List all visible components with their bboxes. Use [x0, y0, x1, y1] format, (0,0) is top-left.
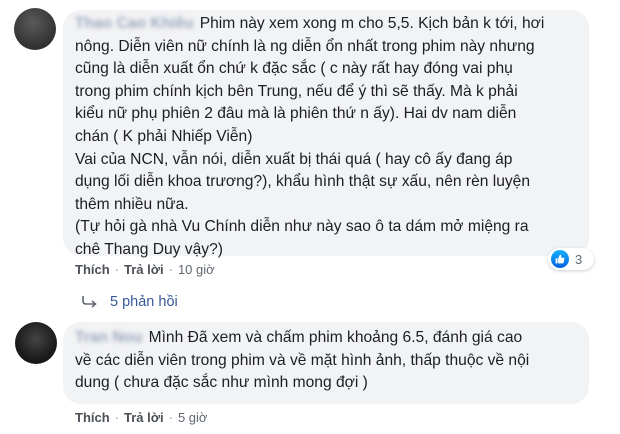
- separator-dot: ·: [114, 262, 120, 277]
- view-replies-link[interactable]: 5 phản hồi: [82, 294, 178, 310]
- comment-body: Tran Nou Mình Đã xem và chấm phim khoảng …: [75, 327, 529, 395]
- comment-line: chán ( K phải Nhiếp Viễn): [75, 127, 253, 145]
- comment-line: trong phim chính kịch bên Trung, nếu để …: [75, 82, 518, 100]
- comment-actions: Thích · Trả lời · 5 giờ: [75, 410, 207, 425]
- comment-timestamp[interactable]: 10 giờ: [178, 262, 215, 277]
- comment-line: dung ( chưa đặc sắc như mình mong đợi ): [75, 374, 368, 392]
- comment-line: chê Thang Duy vậy?): [75, 240, 223, 258]
- commenter-name[interactable]: Thao Cao Khiêu: [75, 15, 194, 32]
- comment-line: (Tự hỏi gà nhà Vu Chính diễn như này sao…: [75, 218, 529, 236]
- reply-button[interactable]: Trả lời: [124, 410, 164, 425]
- comment-line: kiểu nữ phụ phiên 2 đâu mà là phiên thứ …: [75, 105, 517, 123]
- comment-line: thêm nhiều nữa.: [75, 195, 189, 213]
- reaction-summary[interactable]: 3: [548, 248, 594, 270]
- comment-line: dụng lối diễn khoa trương?), khẩu hình t…: [75, 173, 531, 191]
- comment-body: Thao Cao Khiêu Phim này xem xong m cho 5,…: [75, 13, 544, 262]
- commenter-avatar[interactable]: [15, 322, 57, 364]
- comment-line: Tran Nou Mình Đã xem và chấm phim khoảng …: [75, 329, 523, 346]
- like-button[interactable]: Thích: [75, 262, 110, 277]
- like-button[interactable]: Thích: [75, 410, 110, 425]
- replies-count-label[interactable]: 5 phản hồi: [110, 294, 178, 310]
- like-icon: [551, 250, 569, 268]
- separator-dot: ·: [168, 262, 173, 277]
- comment-line: Vai của NCN, vẫn nói, diễn xuất bị thái …: [75, 150, 513, 168]
- commenter-name[interactable]: Tran Nou: [75, 329, 143, 346]
- comment-line: Thao Cao Khiêu Phim này xem xong m cho 5,…: [75, 15, 545, 32]
- comment-timestamp[interactable]: 5 giờ: [178, 410, 208, 425]
- reaction-count: 3: [575, 251, 583, 267]
- comment-line: nông. Diễn viên nữ chính là ng diễn ổn n…: [75, 37, 535, 55]
- comment-line: về các diễn viên trong phim và về mặt hì…: [75, 351, 530, 369]
- reply-button[interactable]: Trả lời: [124, 262, 164, 277]
- comment-actions: Thích · Trả lời · 10 giờ: [75, 262, 215, 277]
- separator-dot: ·: [114, 410, 120, 425]
- reply-arrow-icon: [82, 296, 97, 308]
- commenter-avatar[interactable]: [14, 8, 56, 50]
- comment-line: cũng là diễn xuất ổn chứ k đặc sắc ( c n…: [75, 60, 513, 78]
- separator-dot: ·: [168, 410, 173, 425]
